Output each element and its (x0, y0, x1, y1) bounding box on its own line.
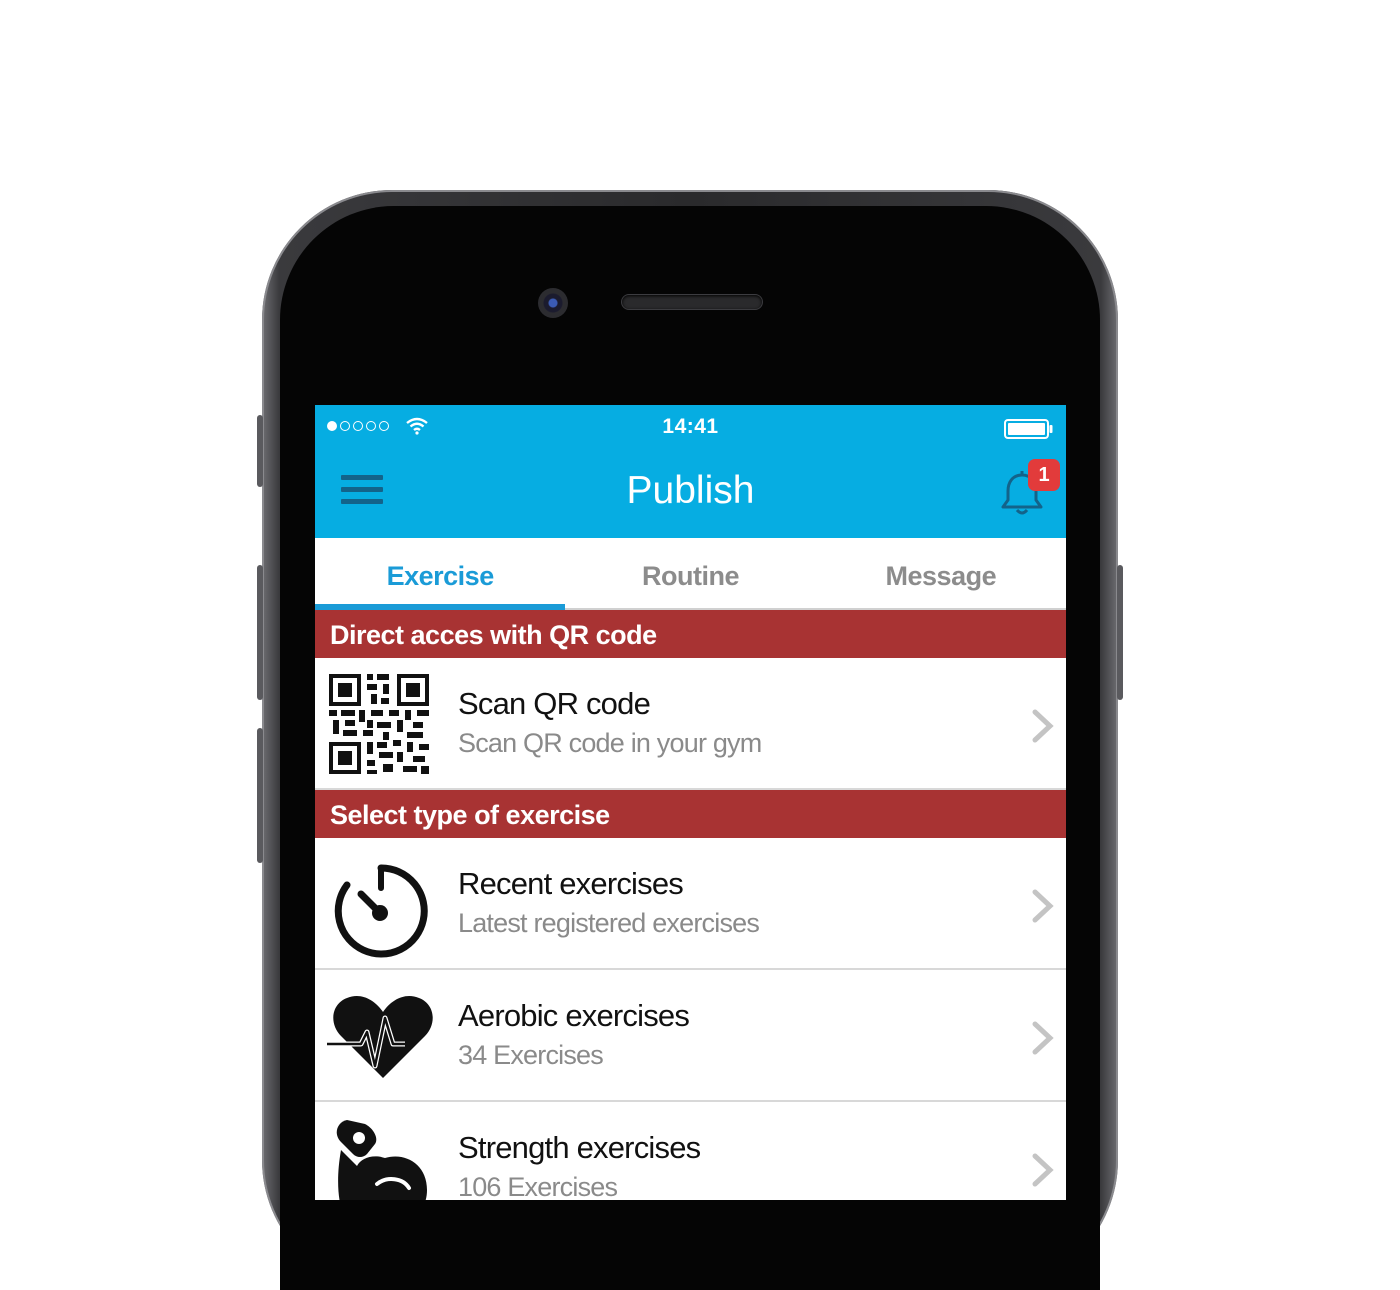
row-subtitle: Scan QR code in your gym (458, 728, 762, 758)
phone-screen: 14:41 Publish 1 Exercise Routine Message… (315, 405, 1066, 1200)
list-item-scan-qr[interactable]: Scan QR code Scan QR code in your gym (315, 658, 1066, 790)
tab-routine[interactable]: Routine (565, 540, 815, 608)
qr-code-icon (329, 674, 429, 774)
volume-up-button (257, 565, 263, 700)
page-title: Publish (626, 469, 755, 512)
tab-message[interactable]: Message (816, 540, 1066, 608)
row-title: Scan QR code (458, 686, 651, 721)
power-button (1117, 565, 1123, 700)
row-title: Strength exercises (458, 1130, 701, 1165)
list-item-strength-exercises[interactable]: Strength exercises 106 Exercises (315, 1102, 1066, 1200)
list-item-recent-exercises[interactable]: Recent exercises Latest registered exerc… (315, 838, 1066, 970)
tab-exercise[interactable]: Exercise (315, 540, 566, 610)
row-title: Recent exercises (458, 866, 684, 901)
volume-down-button (257, 728, 263, 863)
flexed-arm-icon (336, 1120, 427, 1200)
section-header-types: Select type of exercise (315, 790, 1066, 838)
notification-badge: 1 (1028, 459, 1060, 491)
stopwatch-icon (334, 864, 428, 958)
row-subtitle: 34 Exercises (458, 1040, 604, 1070)
tab-bar: Exercise Routine Message (315, 540, 1066, 610)
row-subtitle: 106 Exercises (458, 1172, 618, 1200)
status-bar: 14:41 (315, 405, 1066, 449)
row-title: Aerobic exercises (458, 998, 690, 1033)
battery-icon (1004, 419, 1053, 439)
list-item-aerobic-exercises[interactable]: Aerobic exercises 34 Exercises (315, 970, 1066, 1102)
app-bar: Publish 1 (315, 449, 1066, 538)
section-header-qr: Direct acces with QR code (315, 610, 1066, 658)
mute-switch (257, 415, 263, 487)
chevron-right-icon (1032, 1021, 1054, 1055)
status-time: 14:41 (662, 415, 719, 438)
chevron-right-icon (1032, 1153, 1054, 1187)
chevron-right-icon (1032, 709, 1054, 743)
front-camera (538, 288, 568, 318)
row-subtitle: Latest registered exercises (458, 908, 760, 938)
chevron-right-icon (1032, 889, 1054, 923)
heartbeat-icon (327, 995, 433, 1078)
earpiece-speaker (622, 295, 762, 309)
